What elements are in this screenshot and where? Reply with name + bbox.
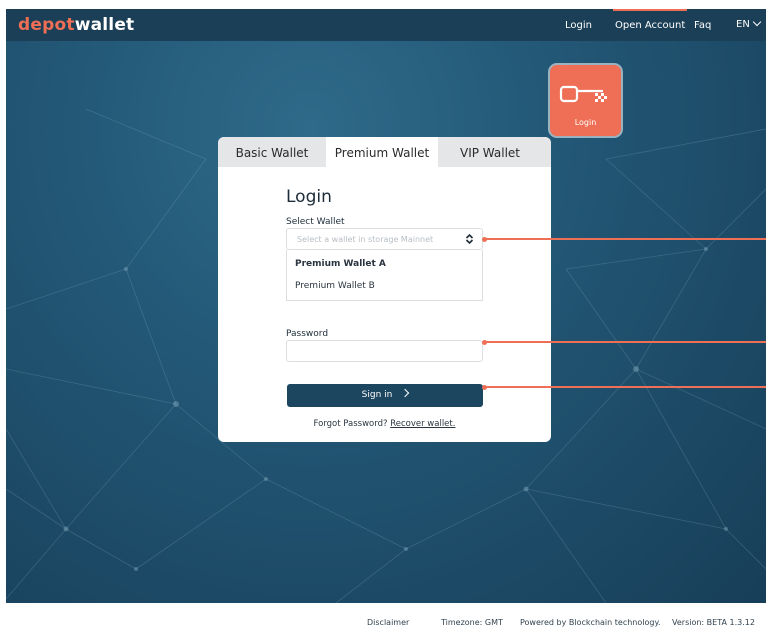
wallet-select-placeholder: Select a wallet in storage Mainnet — [297, 235, 434, 244]
wallet-dropdown-list: Premium Wallet A Premium Wallet B — [286, 250, 483, 301]
logo-text-wallet: wallet — [74, 15, 135, 35]
login-badge: Login — [550, 65, 621, 136]
nav-faq[interactable]: Faq — [694, 20, 711, 31]
forgot-password-row: Forgot Password? Recover wallet. — [218, 419, 551, 429]
callout-line-signin — [485, 386, 766, 388]
language-selector[interactable]: EN — [736, 17, 762, 30]
depotwallet-logo[interactable]: depotwallet — [18, 15, 134, 35]
recover-wallet-link[interactable]: Recover wallet. — [390, 419, 455, 429]
key-icon — [559, 85, 607, 103]
updown-arrows-icon — [465, 233, 474, 245]
select-wallet-label: Select Wallet — [286, 217, 345, 227]
wallet-tabs: Basic Wallet Premium Wallet VIP Wallet — [218, 137, 551, 167]
logo-text-depot: depot — [18, 15, 75, 35]
password-input[interactable] — [286, 340, 483, 362]
chevron-right-icon — [401, 388, 410, 398]
wallet-option-b[interactable]: Premium Wallet B — [295, 281, 375, 291]
forgot-password-text: Forgot Password? — [313, 419, 388, 429]
tab-premium-wallet[interactable]: Premium Wallet — [326, 137, 438, 167]
app-window: depotwallet Login Open Account Faq EN Lo… — [6, 9, 766, 603]
nav-login[interactable]: Login — [565, 20, 592, 31]
password-label: Password — [286, 329, 329, 339]
language-label: EN — [736, 19, 750, 30]
top-navigation-bar: depotwallet Login Open Account Faq EN — [6, 9, 766, 41]
sign-in-button[interactable]: Sign in — [287, 384, 483, 407]
sign-in-label: Sign in — [361, 390, 393, 400]
callout-line-select — [485, 238, 766, 240]
tab-basic-wallet[interactable]: Basic Wallet — [218, 137, 326, 167]
login-title: Login — [286, 187, 332, 207]
wallet-option-a[interactable]: Premium Wallet A — [295, 259, 386, 269]
wallet-select[interactable]: Select a wallet in storage Mainnet — [286, 228, 483, 250]
footer: Disclaimer Timezone: GMT Powered by Bloc… — [0, 603, 766, 627]
callout-line-password — [485, 341, 766, 343]
login-card: Basic Wallet Premium Wallet VIP Wallet L… — [218, 137, 551, 442]
badge-label: Login — [574, 118, 597, 127]
chevron-down-icon — [752, 17, 762, 27]
nav-open-account[interactable]: Open Account — [612, 9, 688, 31]
tab-vip-wallet[interactable]: VIP Wallet — [438, 137, 542, 167]
